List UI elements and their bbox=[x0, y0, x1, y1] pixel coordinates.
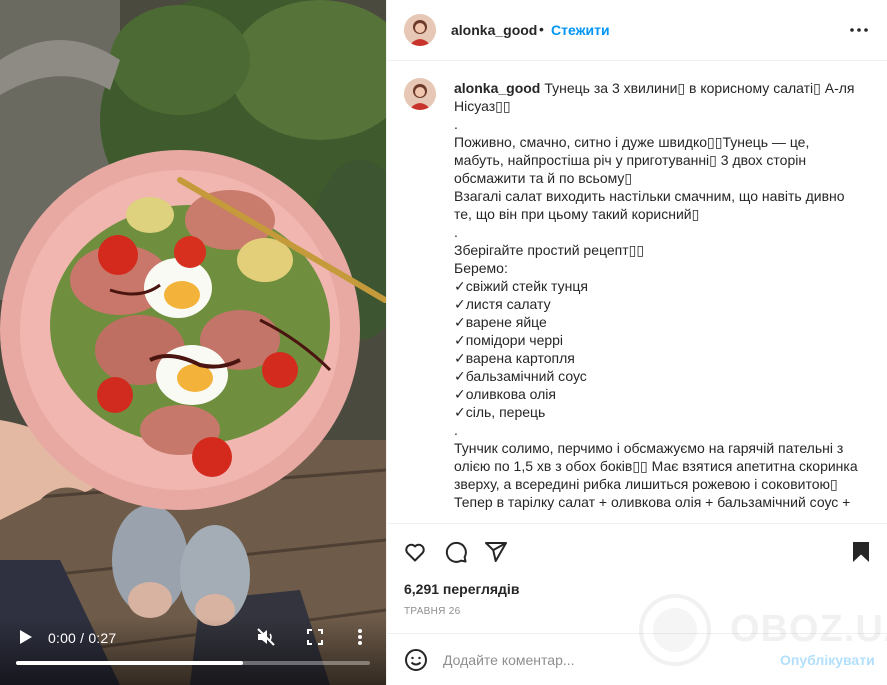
video-frame bbox=[0, 0, 386, 685]
caption-line: ✓варене яйце bbox=[454, 314, 547, 330]
post-actions: 6,291 переглядів ТРАВНЯ 26 bbox=[387, 523, 887, 633]
caption-line: Тепер в тарілку салат + оливкова олія + … bbox=[454, 494, 851, 510]
caption-line: ✓сіль, перець bbox=[454, 404, 546, 420]
caption-line: ✓бальзамічний соус bbox=[454, 368, 587, 384]
play-icon[interactable] bbox=[14, 626, 36, 648]
video-controls: 0:00 / 0:27 bbox=[0, 618, 386, 685]
caption-username[interactable]: alonka_good bbox=[454, 80, 540, 96]
share-icon[interactable] bbox=[484, 540, 508, 564]
caption-text: alonka_good Тунець за 3 хвилини▯ в корисн… bbox=[454, 79, 862, 511]
caption-line: . bbox=[454, 224, 458, 240]
post-sidebar: alonka_good • Стежити alonka_good Тунець … bbox=[386, 0, 887, 685]
avatar[interactable] bbox=[404, 14, 436, 46]
caption-line: ✓листя салату bbox=[454, 296, 551, 312]
caption-line: ✓варена картопля bbox=[454, 350, 575, 366]
comment-icon[interactable] bbox=[444, 540, 468, 564]
caption-area[interactable]: alonka_good Тунець за 3 хвилини▯ в корисн… bbox=[387, 61, 887, 523]
video-player[interactable]: 0:00 / 0:27 bbox=[0, 0, 386, 685]
video-progress-fill bbox=[16, 661, 243, 665]
separator-dot: • bbox=[539, 21, 544, 37]
vertical-dots-icon[interactable] bbox=[352, 626, 368, 648]
caption-line: Беремо: bbox=[454, 260, 508, 276]
publish-button[interactable]: Опублікувати bbox=[780, 652, 875, 668]
caption-line: . bbox=[454, 116, 458, 132]
comment-bar: Опублікувати bbox=[387, 633, 887, 685]
muted-speaker-icon[interactable] bbox=[255, 626, 277, 648]
caption-line: Зберігайте простий рецепт▯▯ bbox=[454, 242, 645, 258]
video-progress-bar[interactable] bbox=[16, 661, 370, 665]
video-time: 0:00 / 0:27 bbox=[48, 630, 117, 646]
post-header: alonka_good • Стежити bbox=[387, 0, 887, 61]
comment-input[interactable] bbox=[443, 648, 763, 672]
emoji-icon[interactable] bbox=[404, 648, 428, 672]
heart-icon[interactable] bbox=[403, 540, 427, 564]
caption-line: Поживно, смачно, ситно і дуже швидко▯▯Ту… bbox=[454, 134, 814, 186]
caption-line: ✓помідори черрі bbox=[454, 332, 564, 348]
follow-button[interactable]: Стежити bbox=[551, 22, 610, 38]
caption-line: . bbox=[454, 422, 458, 438]
view-count[interactable]: 6,291 переглядів bbox=[404, 581, 519, 597]
horizontal-dots-icon[interactable] bbox=[849, 22, 869, 38]
username[interactable]: alonka_good bbox=[451, 22, 537, 38]
caption-line: Взагалі салат виходить настільки смачним… bbox=[454, 188, 849, 222]
caption-line: ✓оливкова олія bbox=[454, 386, 556, 402]
caption-line: ✓свіжий стейк тунця bbox=[454, 278, 588, 294]
fullscreen-icon[interactable] bbox=[305, 627, 325, 647]
caption-line: Тунчик солимо, перчимо і обсмажуємо на г… bbox=[454, 440, 862, 492]
post-date[interactable]: ТРАВНЯ 26 bbox=[404, 606, 461, 617]
bookmark-icon[interactable] bbox=[849, 540, 873, 564]
avatar[interactable] bbox=[404, 78, 436, 110]
